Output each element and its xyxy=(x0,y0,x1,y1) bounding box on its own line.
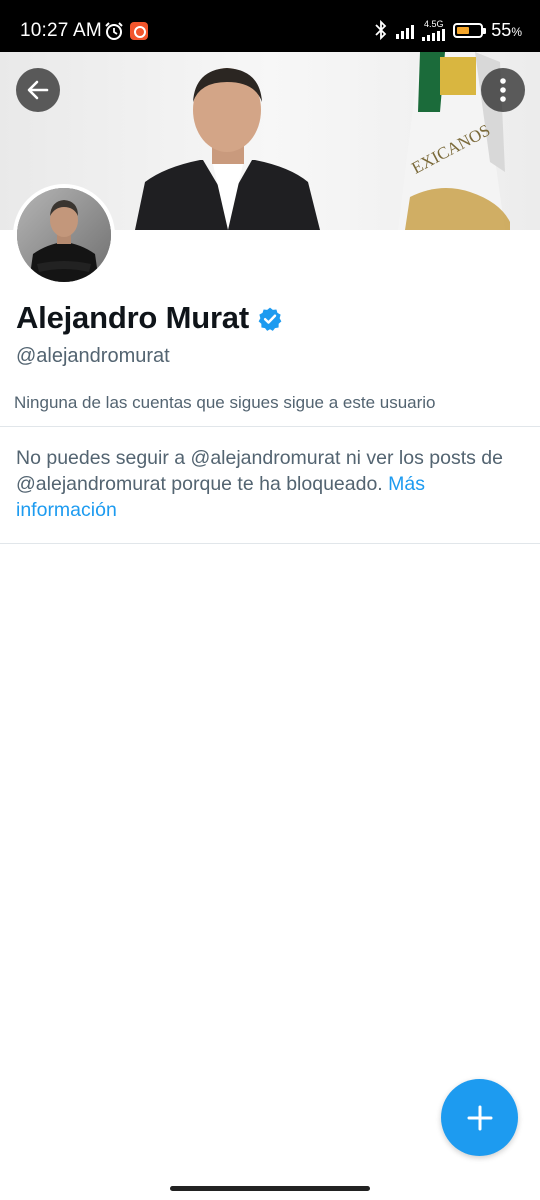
blocked-notice: No puedes seguir a @alejandromurat ni ve… xyxy=(16,445,506,523)
app-notification-icon xyxy=(130,22,148,40)
status-bar: 10:27 AM 4.5G 55% xyxy=(0,0,540,52)
followers-you-know-note: Ninguna de las cuentas que sigues sigue … xyxy=(14,393,436,412)
bluetooth-icon xyxy=(375,19,387,41)
arrow-left-icon xyxy=(27,80,49,100)
profile-handle: @alejandromurat xyxy=(16,345,170,367)
divider xyxy=(0,543,540,544)
alarm-icon xyxy=(105,22,123,40)
home-indicator[interactable] xyxy=(170,1186,370,1191)
status-time: 10:27 AM xyxy=(20,20,102,41)
divider xyxy=(0,426,540,427)
signal-icon-secondary: 4.5G xyxy=(422,18,446,41)
blocked-notice-text: No puedes seguir a @alejandromurat ni ve… xyxy=(16,447,503,495)
network-type: 4.5G xyxy=(424,18,444,29)
battery-icon xyxy=(453,22,487,38)
verified-badge-icon xyxy=(258,307,282,331)
avatar-image xyxy=(17,188,111,282)
profile-avatar[interactable] xyxy=(13,184,115,286)
more-options-button[interactable] xyxy=(481,68,525,112)
battery-percent: 55% xyxy=(491,19,522,40)
more-vertical-icon xyxy=(500,78,506,102)
profile-name-row: Alejandro Murat xyxy=(16,300,283,336)
profile-name: Alejandro Murat xyxy=(16,300,249,335)
signal-icon xyxy=(396,21,415,39)
compose-post-button[interactable] xyxy=(441,1079,518,1156)
status-right-group: 4.5G 55% xyxy=(374,18,522,42)
plus-icon xyxy=(467,1105,492,1130)
back-button[interactable] xyxy=(16,68,60,112)
